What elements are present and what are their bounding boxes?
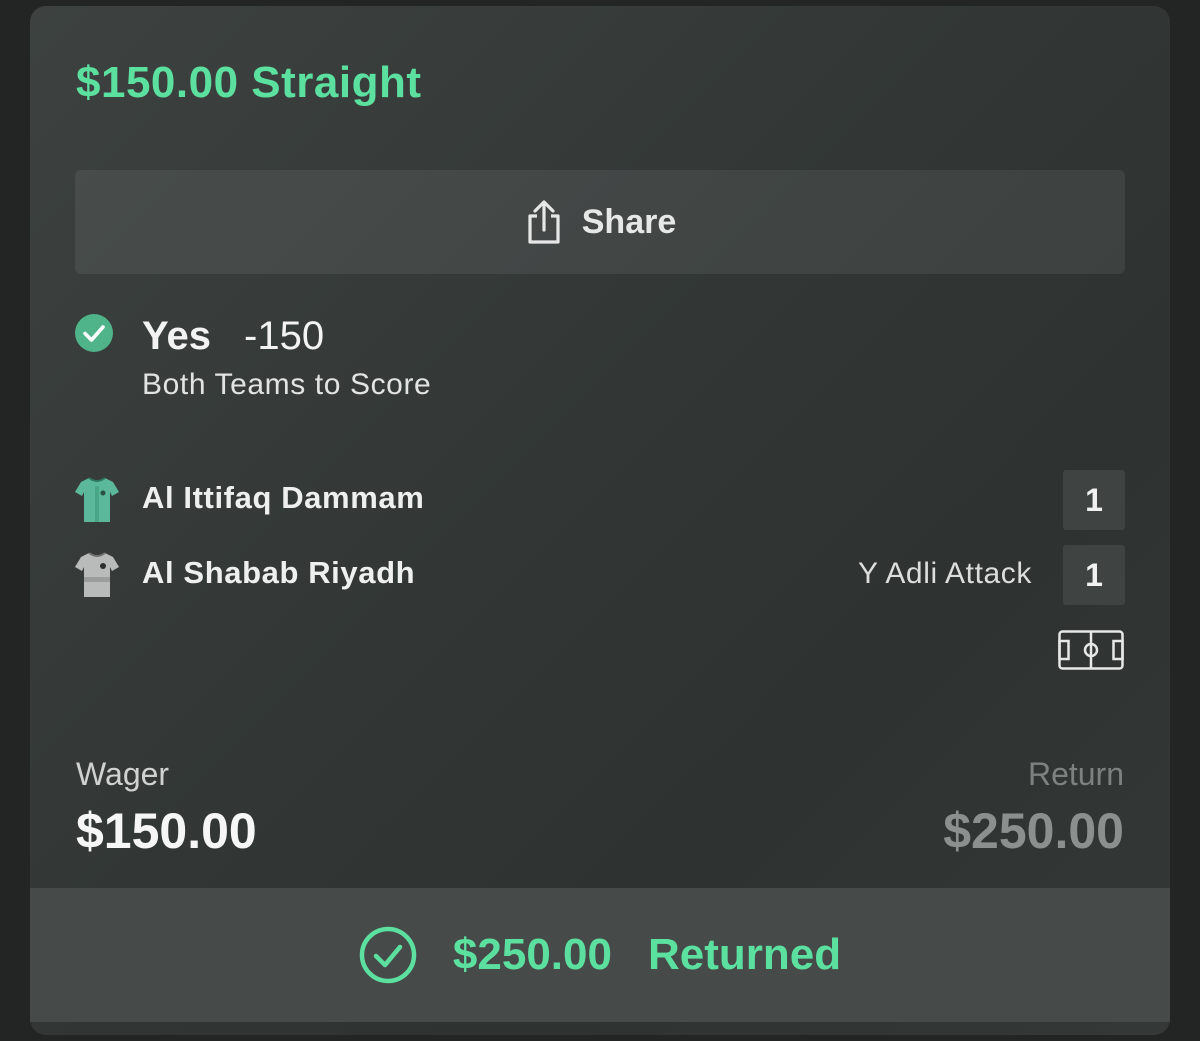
team-name: Al Shabab Riyadh: [142, 555, 416, 590]
team-row-home: Al Ittifaq Dammam 1: [75, 470, 1125, 530]
jersey-icon: [75, 477, 119, 522]
selection-name: Yes: [142, 314, 211, 358]
team-score: 1: [1063, 545, 1125, 605]
team-event: Y Adli Attack: [857, 557, 1032, 590]
pitch-icon[interactable]: [1058, 630, 1124, 670]
check-circle-icon: [75, 314, 113, 352]
share-button[interactable]: Share: [75, 170, 1125, 274]
team-row-away: Al Shabab Riyadh Y Adli Attack 1: [75, 545, 1125, 605]
returned-amount: $250.00: [452, 930, 612, 979]
selection-odds: -150: [244, 314, 325, 358]
return-value: $250.00: [943, 803, 1124, 859]
returned-banner: $250.00 Returned: [30, 888, 1170, 1022]
returned-status: Returned: [647, 930, 842, 979]
bet-card: $150.00 Straight Share Yes -150 Both Tea…: [30, 6, 1170, 1035]
bet-title: $150.00 Straight: [76, 58, 422, 107]
selection-market: Both Teams to Score: [142, 368, 432, 401]
wager-label: Wager: [76, 756, 170, 792]
wager-value: $150.00: [76, 803, 257, 859]
return-label: Return: [1027, 756, 1124, 792]
share-label: Share: [581, 202, 677, 241]
share-icon: [524, 199, 564, 245]
team-name: Al Ittifaq Dammam: [142, 480, 425, 515]
jersey-icon: [75, 552, 119, 597]
team-score: 1: [1063, 470, 1125, 530]
returned-check-icon: [359, 926, 417, 984]
